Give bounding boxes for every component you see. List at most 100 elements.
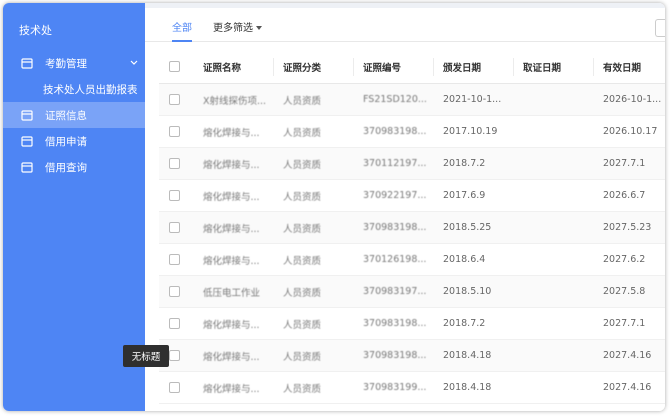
sidebar-item-label: 证照信息 xyxy=(45,109,87,122)
table-cell: 2026.10.17 xyxy=(603,126,658,137)
table-row[interactable]: 熔化焊接与... 人员资质 370983198... 2018.7.2 2027.7.1 xyxy=(159,308,665,340)
table-row[interactable]: 熔化焊接与... 人员资质 370983199... 2018.4.18 2027.4.… xyxy=(159,372,665,404)
row-checkbox[interactable] xyxy=(169,94,180,105)
table-cell xyxy=(513,372,593,403)
tab-more-filters[interactable]: 更多筛选 xyxy=(213,19,262,34)
table-cell: 熔化焊接与... xyxy=(203,127,260,139)
tooltip: 无标题 xyxy=(123,345,169,367)
row-select-cell xyxy=(159,180,193,211)
table-cell: 2021-10-1... xyxy=(443,94,502,105)
table-cell: 2018.4.18 xyxy=(443,350,492,361)
table-row[interactable]: 熔化焊接与... 人员资质 370126198... 2018.6.4 2027.6.2 xyxy=(159,244,665,276)
filter-tabs: 全部 更多筛选 xyxy=(145,8,665,42)
row-checkbox[interactable] xyxy=(169,222,180,233)
table-cell: 370983197... xyxy=(363,286,427,297)
table-cell: 人员资质 xyxy=(283,191,322,203)
search-box-edge[interactable] xyxy=(655,19,665,37)
column-header[interactable]: 取证日期 xyxy=(513,50,593,83)
row-select-cell xyxy=(159,148,193,179)
table-cell xyxy=(513,212,593,243)
main-content: 全部 更多筛选 证照名称 证照分类 证照编号 颁发日期 取证日期 有效日期 X射… xyxy=(145,3,665,411)
select-all-checkbox[interactable] xyxy=(169,61,180,72)
row-checkbox[interactable] xyxy=(169,126,180,137)
table-cell: 2017.6.9 xyxy=(443,190,486,201)
table-cell: 2018.6.4 xyxy=(443,254,486,265)
column-header[interactable]: 颁发日期 xyxy=(433,50,513,83)
table-cell: 人员资质 xyxy=(283,287,322,299)
table-row[interactable]: 低压电工作业 人员资质 370983197... 2018.5.10 2027.5.8 xyxy=(159,276,665,308)
table-cell: 370983198... xyxy=(363,318,427,329)
tab-more-filters-label: 更多筛选 xyxy=(213,23,253,34)
sidebar-item-borrow-request[interactable]: 借用申请 xyxy=(3,128,145,154)
table-cell: 370983198... xyxy=(363,126,427,137)
table-cell xyxy=(513,308,593,339)
row-checkbox[interactable] xyxy=(169,286,180,297)
table-cell: 熔化焊接与... xyxy=(203,159,260,171)
table-cell: 370983199... xyxy=(363,382,427,393)
table-cell xyxy=(513,340,593,371)
table-cell: 熔化焊接与... xyxy=(203,351,260,363)
select-all-cell xyxy=(159,50,193,83)
column-header[interactable]: 证照编号 xyxy=(353,50,433,83)
row-checkbox[interactable] xyxy=(169,382,180,393)
sidebar-item-certificates[interactable]: 证照信息 xyxy=(3,102,145,128)
table-cell: 2026-10-1... xyxy=(603,94,662,105)
row-select-cell xyxy=(159,212,193,243)
table-cell xyxy=(513,148,593,179)
table-cell: 熔化焊接与... xyxy=(203,191,260,203)
table-cell: 370126198... xyxy=(363,254,427,265)
row-select-cell xyxy=(159,372,193,403)
table-cell: 熔化焊接与... xyxy=(203,223,260,235)
table-cell xyxy=(513,276,593,307)
table-cell: 2027.7.1 xyxy=(603,158,646,169)
table-cell: 370983198... xyxy=(363,222,427,233)
sidebar-item-borrow-query[interactable]: 借用查询 xyxy=(3,154,145,180)
table-cell: 人员资质 xyxy=(283,255,322,267)
table-row[interactable]: 熔化焊接与... 人员资质 370983198... 2018.5.25 2027.5.… xyxy=(159,212,665,244)
sidebar-item-label: 借用查询 xyxy=(45,161,87,174)
row-select-cell xyxy=(159,84,193,115)
table-cell: X射线探伤项... xyxy=(203,95,267,107)
row-select-cell xyxy=(159,116,193,147)
caret-down-icon xyxy=(256,26,262,30)
table-cell: 人员资质 xyxy=(283,127,322,139)
table-cell: 2017.10.19 xyxy=(443,126,498,137)
sidebar-item-attendance-report[interactable]: 技术处人员出勤报表 xyxy=(3,76,145,102)
table-cell: 人员资质 xyxy=(283,319,322,331)
row-checkbox[interactable] xyxy=(169,190,180,201)
table-header-row: 证照名称 证照分类 证照编号 颁发日期 取证日期 有效日期 xyxy=(159,50,665,84)
table-cell: 370922197... xyxy=(363,190,427,201)
table-cell xyxy=(513,244,593,275)
row-checkbox[interactable] xyxy=(169,350,180,361)
table-cell: 人员资质 xyxy=(283,383,322,395)
column-header[interactable]: 证照分类 xyxy=(273,50,353,83)
sidebar-title: 技术处 xyxy=(19,24,52,37)
row-checkbox[interactable] xyxy=(169,254,180,265)
folder-icon xyxy=(21,58,33,69)
table-cell: 2018.7.2 xyxy=(443,318,486,329)
column-header[interactable]: 有效日期 xyxy=(593,50,665,83)
table-cell: 熔化焊接与... xyxy=(203,383,260,395)
table-cell xyxy=(513,84,593,115)
sidebar-item-label: 技术处人员出勤报表 xyxy=(43,83,138,96)
table-cell: 熔化焊接与... xyxy=(203,319,260,331)
table-cell: 2027.7.1 xyxy=(603,318,646,329)
table-cell: 370983198... xyxy=(363,350,427,361)
app-window: 技术处 考勤管理 技术处人员出勤报表 证照信息 借用申请 借用查询 全部 更多筛… xyxy=(3,3,665,411)
column-header[interactable]: 证照名称 xyxy=(193,50,273,83)
table-cell: 低压电工作业 xyxy=(203,287,261,299)
table-row[interactable]: 熔化焊接与... 人员资质 370983198... 2018.4.18 2027.4.… xyxy=(159,340,665,372)
folder-icon xyxy=(21,162,33,173)
table-cell xyxy=(513,116,593,147)
table-row[interactable]: 熔化焊接与... 人员资质 370112197... 2018.7.2 2027.7.1 xyxy=(159,148,665,180)
table-row[interactable]: 熔化焊接与... 人员资质 370922197... 2017.6.9 2026.6.7 xyxy=(159,180,665,212)
row-checkbox[interactable] xyxy=(169,318,180,329)
table-row[interactable]: X射线探伤项... 人员资质 FS21SD120... 2021-10-1... 202… xyxy=(159,84,665,116)
table-row[interactable]: 熔化焊接与... 人员资质 370983198... 2017.10.19 2026.1… xyxy=(159,116,665,148)
folder-icon xyxy=(21,136,33,147)
row-select-cell xyxy=(159,308,193,339)
row-select-cell xyxy=(159,244,193,275)
sidebar-item-attendance[interactable]: 考勤管理 xyxy=(3,50,145,76)
row-checkbox[interactable] xyxy=(169,158,180,169)
tab-all[interactable]: 全部 xyxy=(172,19,192,34)
